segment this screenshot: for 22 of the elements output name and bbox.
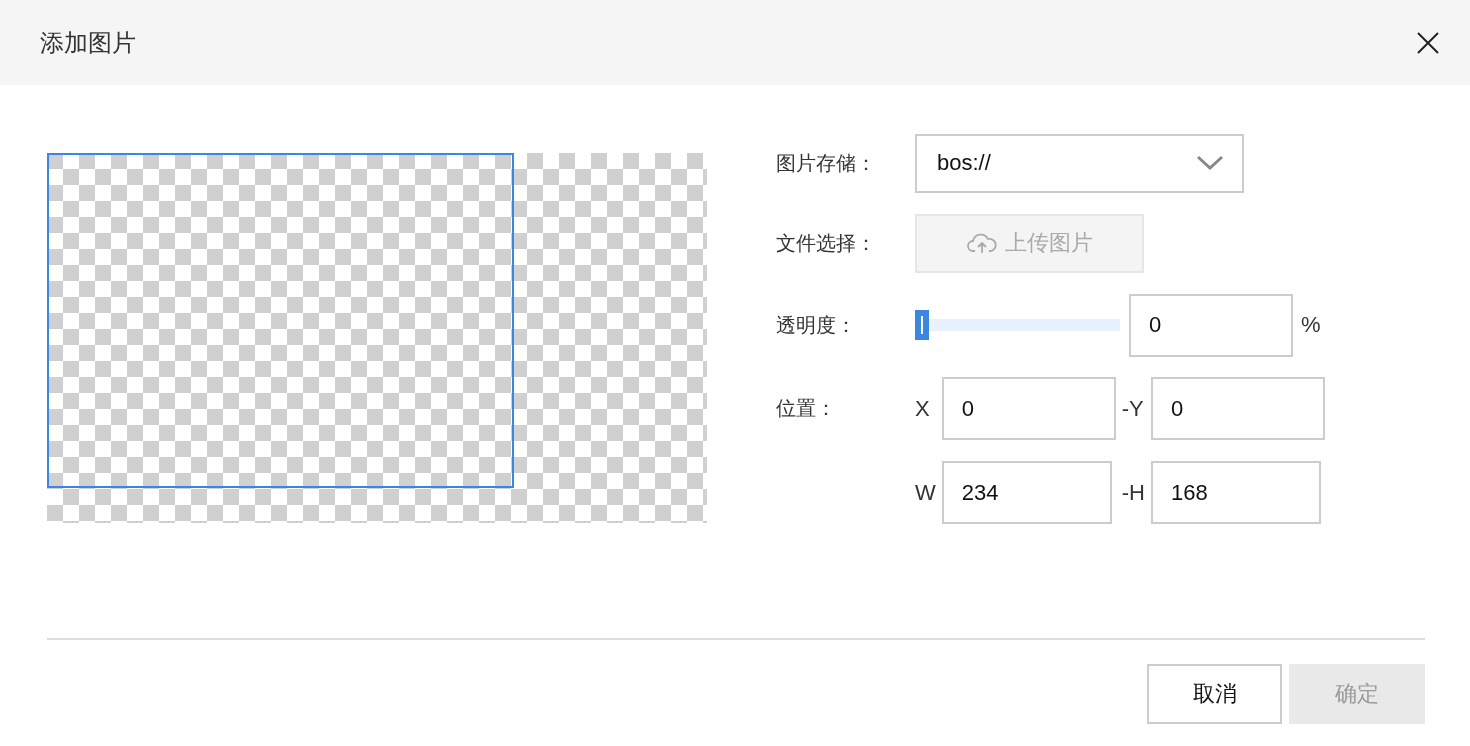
cloud-upload-icon bbox=[966, 232, 997, 254]
field-label: 文件选择： bbox=[776, 230, 877, 256]
close-icon[interactable] bbox=[1416, 30, 1440, 55]
coordinate-label: -H bbox=[1121, 479, 1146, 506]
coordinate-input[interactable]: 234 bbox=[941, 461, 1112, 524]
coordinate-label: -Y bbox=[1121, 395, 1145, 422]
field-label: 位置： bbox=[776, 396, 837, 421]
coordinate-label: X bbox=[915, 395, 931, 422]
slider-thumb[interactable] bbox=[915, 310, 929, 340]
field-label: 图片存储： bbox=[776, 150, 877, 176]
cancel-button[interactable]: 取消 bbox=[1147, 664, 1282, 724]
crop-rectangle[interactable] bbox=[47, 153, 514, 488]
chevron-down-icon bbox=[1196, 155, 1224, 171]
field-label: 透明度： bbox=[776, 312, 857, 338]
percent-unit: % bbox=[1301, 312, 1321, 338]
storage-select[interactable]: bos:// bbox=[915, 133, 1244, 193]
coordinate-input[interactable]: 0 bbox=[941, 377, 1116, 440]
dialog-title: 添加图片 bbox=[40, 27, 136, 58]
coordinate-input[interactable]: 0 bbox=[1151, 377, 1325, 440]
coordinate-label: W bbox=[915, 479, 937, 506]
coordinate-input[interactable]: 168 bbox=[1151, 461, 1321, 524]
opacity-input[interactable]: 0 bbox=[1129, 293, 1293, 357]
